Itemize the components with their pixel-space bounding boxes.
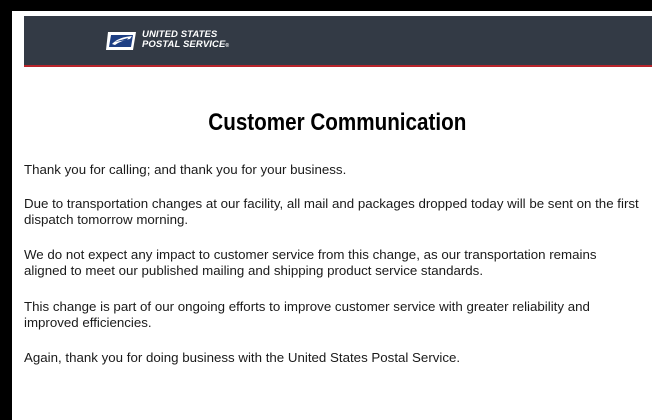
paragraph-thanks: Thank you for calling; and thank you for… [24,162,347,177]
header-accent-line [24,65,652,67]
header-banner: UNITED STATES POSTAL SERVICE® [24,16,652,65]
notice-page: UNITED STATES POSTAL SERVICE® Customer C… [12,11,652,420]
paragraph-transport-change: Due to transportation changes at our fac… [24,196,639,227]
usps-eagle-icon [106,32,136,50]
paragraph-no-impact: We do not expect any impact to customer … [24,247,597,278]
page-title: Customer Communication [208,109,467,136]
registered-mark: ® [225,43,230,49]
paragraph-closing: Again, thank you for doing business with… [24,350,461,365]
logo-line-2: POSTAL SERVICE [142,39,226,50]
paragraph-ongoing-efforts: This change is part of our ongoing effor… [24,299,590,330]
usps-logo-text: UNITED STATES POSTAL SERVICE® [142,30,229,51]
